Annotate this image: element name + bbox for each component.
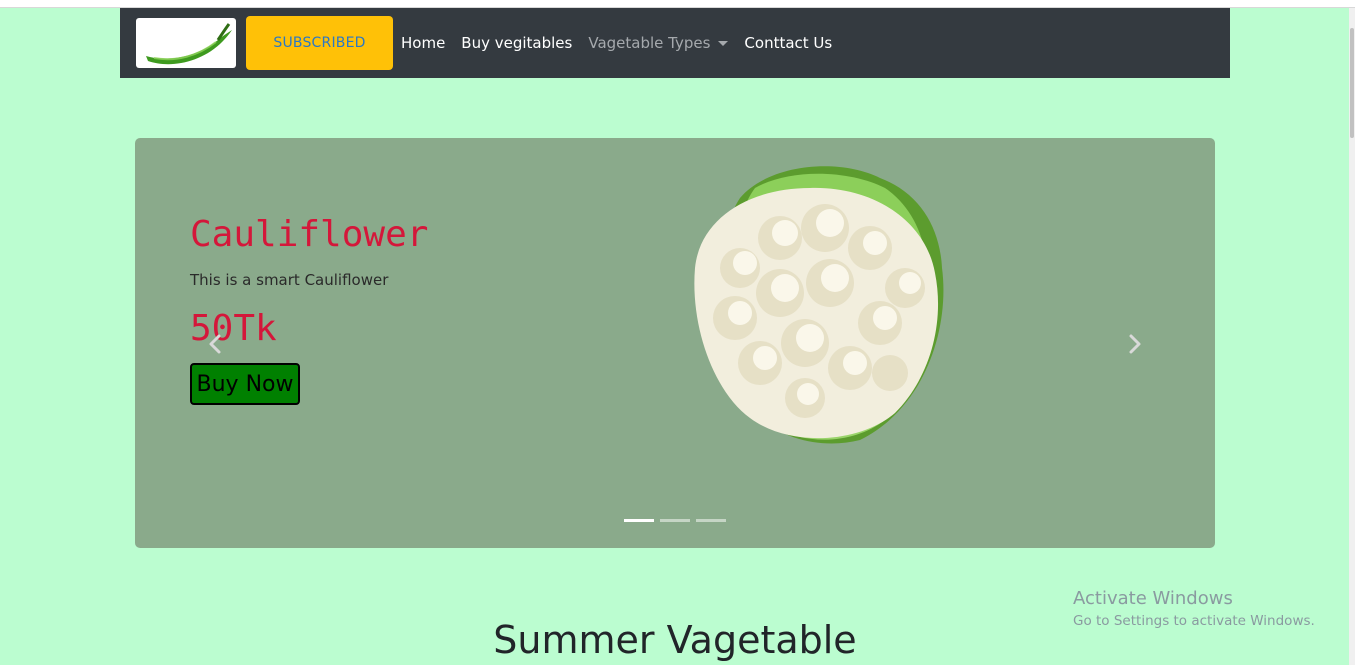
chevron-down-icon <box>718 40 729 46</box>
windows-activation-title: Activate Windows <box>1073 588 1233 609</box>
carousel-indicator-3[interactable] <box>696 519 726 522</box>
slide-description: This is a smart Cauliflower <box>190 271 389 289</box>
nav-vegetable-types-dropdown[interactable]: Vagetable Types <box>588 34 729 52</box>
nav-links: Home Buy vegitables Vagetable Types Cont… <box>401 8 848 78</box>
carousel-prev-icon[interactable] <box>205 333 227 355</box>
carousel-indicators <box>624 519 726 522</box>
nav-buy-vegetables-link[interactable]: Buy vegitables <box>461 34 572 52</box>
page-scrollbar[interactable] <box>1349 8 1355 665</box>
slide-title: Cauliflower <box>190 214 429 255</box>
nav-contact-link[interactable]: Conttact Us <box>744 34 832 52</box>
browser-top-strip <box>0 0 1355 8</box>
slide-price: 50Tk <box>190 308 277 349</box>
nav-vegetable-types-label: Vagetable Types <box>588 34 711 52</box>
carousel-next-icon[interactable] <box>1123 333 1145 355</box>
nav-home-link[interactable]: Home <box>401 34 445 52</box>
scrollbar-thumb[interactable] <box>1350 28 1354 138</box>
carousel-indicator-2[interactable] <box>660 519 690 522</box>
green-chili-logo-icon <box>146 23 232 65</box>
hero-carousel: Cauliflower This is a smart Cauliflower … <box>135 138 1215 548</box>
top-navbar: SUBSCRIBED Home Buy vegitables Vagetable… <box>120 8 1230 78</box>
logo[interactable] <box>136 18 236 68</box>
section-title: Summer Vagetable <box>493 618 857 662</box>
carousel-indicator-1[interactable] <box>624 519 654 522</box>
subscribed-button[interactable]: SUBSCRIBED <box>246 16 393 70</box>
buy-now-button[interactable]: Buy Now <box>190 363 300 405</box>
cauliflower-image-icon <box>694 166 944 444</box>
